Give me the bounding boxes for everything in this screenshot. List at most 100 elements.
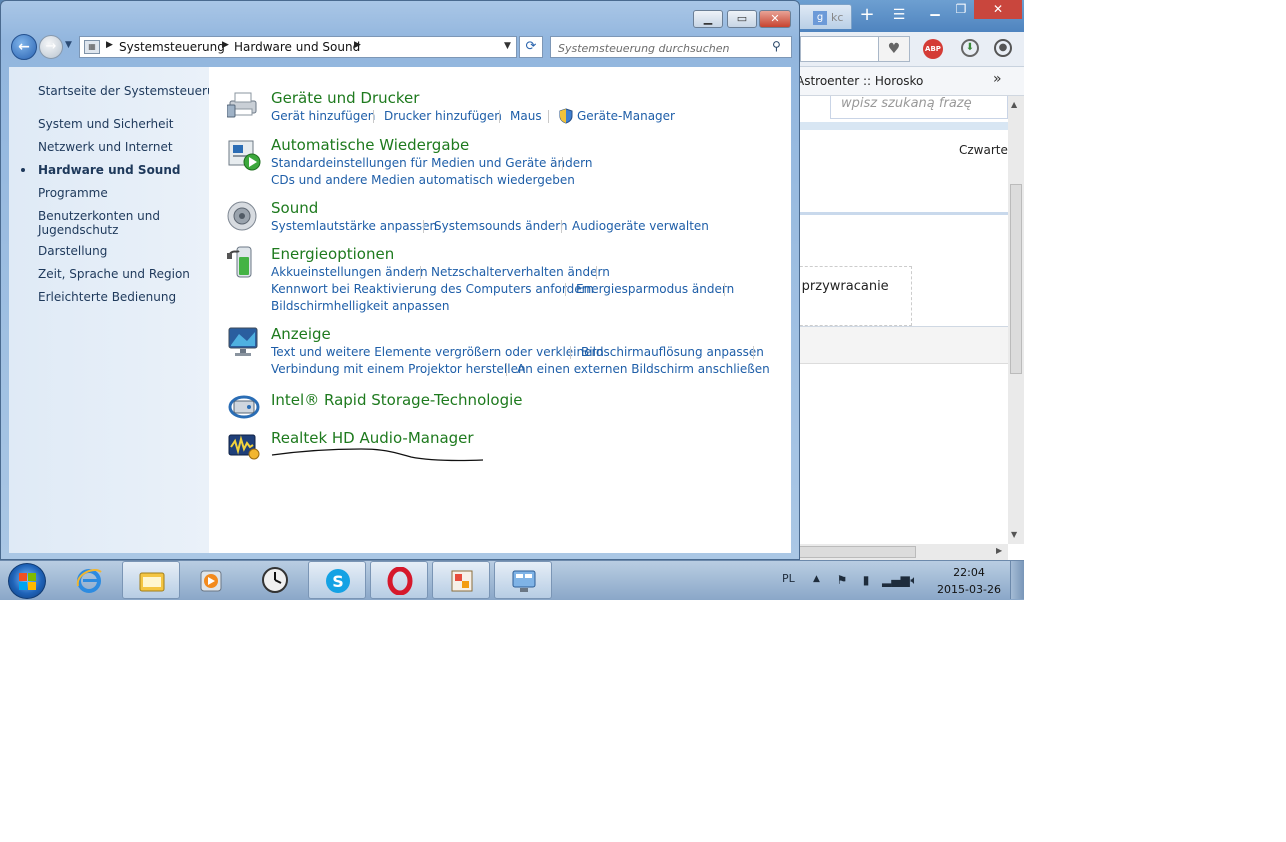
sidebar-item-system-und-sicherheit[interactable]: System und Sicherheit (38, 117, 174, 131)
maximize-button[interactable]: ▭ (727, 10, 757, 28)
link-text-vergroessern[interactable]: Text und weitere Elemente vergrößern ode… (271, 345, 604, 359)
taskbar-media-player[interactable] (184, 561, 242, 599)
autoplay-icon[interactable] (227, 137, 261, 171)
power-icon[interactable]: ▮ (858, 572, 874, 588)
show-hidden-icons-icon[interactable]: ▲ (813, 574, 820, 584)
google-icon: g (813, 11, 827, 25)
action-center-flag-icon[interactable]: ⚑ (834, 572, 850, 588)
search-icon[interactable]: ⚲ (772, 39, 781, 53)
browser-minimize-button[interactable]: ▁ (922, 0, 948, 19)
link-maus[interactable]: Maus (510, 109, 542, 123)
scroll-right-icon[interactable]: ▶ (996, 546, 1002, 555)
clock-date[interactable]: 2015-03-26 (936, 583, 1002, 596)
link-akkueinstellungen-aendern[interactable]: Akkueinstellungen ändern (271, 265, 428, 279)
back-button[interactable]: ← (11, 34, 37, 60)
browser-close-button[interactable]: ✕ (974, 0, 1022, 19)
category-title-intel-rapid-storage[interactable]: Intel® Rapid Storage-Technologie (271, 391, 523, 409)
sidebar-item-hardware-und-sound[interactable]: Hardware und Sound (38, 163, 180, 177)
scroll-thumb[interactable] (790, 546, 916, 558)
sidebar-item-jugendschutz[interactable]: Jugendschutz (38, 223, 118, 237)
link-geraete-manager[interactable]: Geräte-Manager (577, 109, 675, 123)
internet-explorer-icon (76, 568, 102, 593)
forward-button[interactable]: → (39, 35, 63, 59)
language-indicator[interactable]: PL (782, 572, 795, 585)
sidebar-item-zeit-sprache-region[interactable]: Zeit, Sprache und Region (38, 267, 190, 281)
heart-icon[interactable]: ♥ (878, 36, 910, 62)
chevron-right-icon[interactable]: » (993, 71, 1002, 87)
link-systemlautstaerke-anpassen[interactable]: Systemlautstärke anpassen (271, 219, 437, 233)
breadcrumb-hardware-und-sound[interactable]: Hardware und Sound (234, 40, 360, 54)
download-icon[interactable]: ⬇ (961, 39, 979, 57)
scroll-down-icon[interactable]: ▼ (1011, 530, 1017, 539)
link-geraet-hinzufuegen[interactable]: Gerät hinzufügen (271, 109, 375, 123)
link-bildschirmaufloesung-anpassen[interactable]: Bildschirmauflösung anpassen (581, 345, 764, 359)
taskbar-clock-app[interactable] (246, 561, 304, 599)
close-button[interactable]: ✕ (759, 10, 791, 28)
adblock-icon[interactable]: ABP (923, 39, 943, 59)
sidebar-item-netzwerk-und-internet[interactable]: Netzwerk und Internet (38, 140, 173, 154)
category-title-geraete-und-drucker[interactable]: Geräte und Drucker (271, 89, 419, 107)
chevron-right-icon[interactable]: ▶ (106, 40, 113, 50)
link-kennwort-bei-reaktivierung[interactable]: Kennwort bei Reaktivierung des Computers… (271, 282, 594, 296)
chevron-down-icon[interactable]: ▼ (504, 41, 511, 51)
category-title-anzeige[interactable]: Anzeige (271, 325, 331, 343)
bookmark-item[interactable]: Astroenter :: Horosko (796, 74, 923, 88)
taskbar-paint-app[interactable] (432, 561, 490, 599)
sidebar-item-benutzerkonten[interactable]: Benutzerkonten und (38, 209, 160, 223)
browser-restore-button[interactable]: ❐ (948, 0, 974, 19)
chevron-right-icon[interactable]: ▶ (222, 40, 229, 50)
link-netzschalterverhalten-aendern[interactable]: Netzschalterverhalten ändern (431, 265, 610, 279)
link-externer-bildschirm[interactable]: An einen externen Bildschirm anschließen (517, 362, 770, 376)
breadcrumb-systemsteuerung[interactable]: Systemsteuerung (119, 40, 225, 54)
scroll-up-icon[interactable]: ▲ (1011, 100, 1017, 109)
browser-horizontal-scrollbar[interactable]: ▶ (790, 544, 1008, 560)
sidebar-item-darstellung[interactable]: Darstellung (38, 244, 107, 258)
battery-icon[interactable] (227, 245, 261, 279)
sidebar-item-programme[interactable]: Programme (38, 186, 108, 200)
monitor-icon[interactable] (227, 325, 261, 359)
category-title-sound[interactable]: Sound (271, 199, 318, 217)
taskbar-windows-explorer[interactable] (122, 561, 180, 599)
search-input[interactable] (553, 38, 772, 58)
browser-page: wpisz szukaną frazę Czwartek k przywraca… (790, 96, 1008, 544)
link-standardeinstellungen-medien[interactable]: Standardeinstellungen für Medien und Ger… (271, 156, 592, 170)
start-button[interactable] (8, 563, 46, 599)
link-systemsounds-aendern[interactable]: Systemsounds ändern (434, 219, 568, 233)
printer-icon[interactable] (227, 87, 261, 121)
link-audiogeraete-verwalten[interactable]: Audiogeräte verwalten (572, 219, 709, 233)
recent-pages-dropdown[interactable]: ▼ (65, 40, 72, 50)
realtek-audio-icon[interactable] (227, 429, 261, 463)
browser-vertical-scrollbar[interactable]: ▲ ▼ (1008, 96, 1024, 544)
taskbar-opera[interactable] (370, 561, 428, 599)
taskbar-skype[interactable]: S (308, 561, 366, 599)
speaker-icon[interactable] (227, 199, 261, 233)
page-search-input[interactable]: wpisz szukaną frazę (830, 96, 1008, 119)
chevron-right-icon[interactable]: ▶ (354, 40, 361, 50)
address-bar[interactable]: ▦ ▶ Systemsteuerung ▶ Hardware und Sound… (79, 36, 517, 58)
refresh-button[interactable]: ⟳ (519, 36, 543, 58)
sidebar-item-erleichterte-bedienung[interactable]: Erleichterte Bedienung (38, 290, 176, 304)
show-desktop-button[interactable] (1010, 561, 1024, 599)
background-browser-window[interactable]: g kc + ☰ ▁ ❐ ✕ ♥ ABP ⬇ ● Astroenter :: H… (790, 0, 1024, 560)
volume-icon[interactable]: 🔈︎ (906, 572, 922, 588)
link-cds-automatisch-wiedergeben[interactable]: CDs und andere Medien automatisch wieder… (271, 173, 575, 187)
taskbar-internet-explorer[interactable] (60, 561, 118, 599)
new-tab-button[interactable]: + (856, 4, 878, 26)
link-bildschirmhelligkeit-anpassen[interactable]: Bildschirmhelligkeit anpassen (271, 299, 450, 313)
minimize-button[interactable]: ▁ (693, 10, 723, 28)
category-title-automatische-wiedergabe[interactable]: Automatische Wiedergabe (271, 136, 469, 154)
link-energiesparmodus-aendern[interactable]: Energiesparmodus ändern (576, 282, 734, 296)
intel-storage-icon[interactable] (227, 389, 261, 423)
link-projektor-verbinden[interactable]: Verbindung mit einem Projektor herstelle… (271, 362, 526, 376)
category-title-energieoptionen[interactable]: Energieoptionen (271, 245, 394, 263)
scroll-thumb[interactable] (1010, 184, 1022, 374)
tab-list-icon[interactable]: ☰ (888, 4, 910, 26)
handwritten-underline (271, 448, 484, 462)
link-drucker-hinzufuegen[interactable]: Drucker hinzufügen (384, 109, 502, 123)
user-icon[interactable]: ● (994, 39, 1012, 57)
taskbar-control-panel[interactable] (494, 561, 552, 599)
sidebar-item-startseite[interactable]: Startseite der Systemsteuerung (38, 84, 230, 98)
network-signal-icon[interactable]: ▂▄▆ (882, 572, 910, 588)
browser-url-field[interactable] (800, 36, 879, 62)
clock-time[interactable]: 22:04 (948, 566, 990, 579)
